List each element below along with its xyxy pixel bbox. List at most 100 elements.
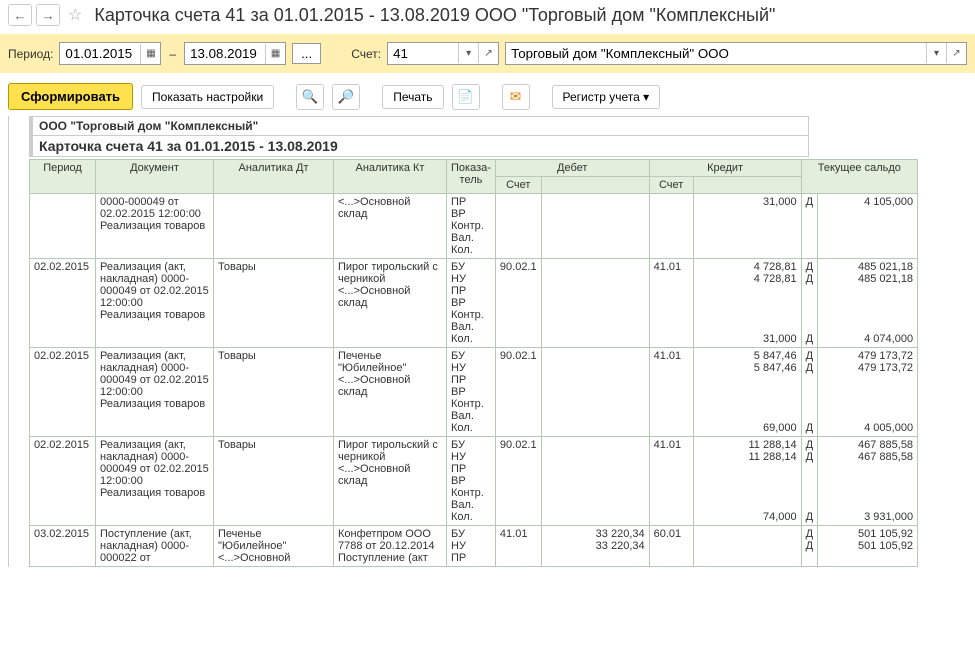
date-from-input[interactable] [60, 43, 140, 64]
cell-saldo: 479 173,72 479 173,72 4 005,000 [818, 348, 918, 437]
organization-input[interactable] [506, 43, 926, 64]
cell-d_acct [495, 194, 541, 259]
cell-c_acct: 41.01 [649, 259, 693, 348]
cell-c_amt: 11 288,14 11 288,14 74,000 [693, 437, 801, 526]
report-table: Период Документ Аналитика Дт Аналитика К… [29, 159, 918, 567]
cell-c_amt [693, 526, 801, 567]
cell-saldo: 467 885,58 467 885,58 3 931,000 [818, 437, 918, 526]
cell-doc: Реализация (акт, накладная) 0000-000049 … [96, 259, 214, 348]
cell-period: 03.02.2015 [30, 526, 96, 567]
cell-anakt: Печенье "Юбилейное" <...>Основной склад [334, 348, 447, 437]
cell-d_acct: 90.02.1 [495, 259, 541, 348]
cell-saldo: 4 105,000 [818, 194, 918, 259]
table-row[interactable]: 02.02.2015Реализация (акт, накладная) 00… [30, 259, 918, 348]
cell-d_amt [541, 348, 649, 437]
cell-anadt [214, 194, 334, 259]
cell-pokaz: БУ НУ ПР ВР Контр. Вал. Кол. [447, 259, 496, 348]
col-debit[interactable]: Дебет [495, 160, 649, 177]
table-row[interactable]: 03.02.2015Поступление (акт, накладная) 0… [30, 526, 918, 567]
report-title: Карточка счета 41 за 01.01.2015 - 13.08.… [29, 136, 809, 157]
form-button[interactable]: Сформировать [8, 83, 133, 110]
col-credit-acct[interactable]: Счет [649, 177, 693, 194]
calendar-icon[interactable]: ▦ [140, 44, 160, 64]
open-icon[interactable]: ↗ [478, 43, 498, 63]
find-reset-icon[interactable]: 🔎 [332, 84, 360, 110]
cell-d_amt [541, 194, 649, 259]
cell-doc: Реализация (акт, накладная) 0000-000049 … [96, 437, 214, 526]
cell-d_amt [541, 259, 649, 348]
col-credit-amt[interactable] [693, 177, 801, 194]
col-period[interactable]: Период [30, 160, 96, 194]
col-saldo[interactable]: Текущее сальдо [801, 160, 917, 194]
register-button[interactable]: Регистр учета ▾ [552, 85, 661, 109]
cell-flag: Д Д Д [801, 437, 817, 526]
period-panel: Период: ▦ – ▦ ... Счет: ▾ ↗ ▾ ↗ [0, 34, 975, 73]
cell-d_acct: 90.02.1 [495, 437, 541, 526]
show-settings-button[interactable]: Показать настройки [141, 85, 274, 109]
cell-c_acct: 41.01 [649, 437, 693, 526]
save-icon[interactable]: 📄 [452, 84, 480, 110]
report-org: ООО "Торговый дом "Комплексный" [29, 116, 809, 136]
col-analytika-dt[interactable]: Аналитика Дт [214, 160, 334, 194]
cell-flag: Д Д Д [801, 259, 817, 348]
period-label: Период: [8, 47, 53, 61]
cell-saldo: 501 105,92 501 105,92 [818, 526, 918, 567]
table-row[interactable]: 02.02.2015Реализация (акт, накладная) 00… [30, 437, 918, 526]
col-debit-acct[interactable]: Счет [495, 177, 541, 194]
email-icon[interactable]: ✉ [502, 84, 530, 110]
col-credit[interactable]: Кредит [649, 160, 801, 177]
cell-pokaz: БУ НУ ПР ВР Контр. Вал. Кол. [447, 348, 496, 437]
cell-period: 02.02.2015 [30, 259, 96, 348]
calendar-icon[interactable]: ▦ [265, 44, 285, 64]
cell-c_acct: 60.01 [649, 526, 693, 567]
cell-pokaz: ПР ВР Контр. Вал. Кол. [447, 194, 496, 259]
cell-anakt: <...>Основной склад [334, 194, 447, 259]
cell-d_acct: 90.02.1 [495, 348, 541, 437]
cell-c_amt: 4 728,81 4 728,81 31,000 [693, 259, 801, 348]
cell-pokaz: БУ НУ ПР ВР Контр. Вал. Кол. [447, 437, 496, 526]
cell-c_amt: 31,000 [693, 194, 801, 259]
cell-doc: Поступление (акт, накладная) 0000-000022… [96, 526, 214, 567]
cell-saldo: 485 021,18 485 021,18 4 074,000 [818, 259, 918, 348]
col-pokaz[interactable]: Показа- тель [447, 160, 496, 194]
cell-anakt: Пирог тирольский с черникой <...>Основно… [334, 259, 447, 348]
favorite-icon[interactable]: ☆ [68, 5, 82, 25]
col-debit-amt[interactable] [541, 177, 649, 194]
dash: – [167, 47, 178, 61]
table-row[interactable]: 0000-000049 от 02.02.2015 12:00:00 Реали… [30, 194, 918, 259]
cell-c_amt: 5 847,46 5 847,46 69,000 [693, 348, 801, 437]
date-to-input[interactable] [185, 43, 265, 64]
page-title: Карточка счета 41 за 01.01.2015 - 13.08.… [94, 5, 775, 26]
cell-d_amt: 33 220,34 33 220,34 [541, 526, 649, 567]
back-button[interactable]: ← [8, 4, 32, 26]
cell-period [30, 194, 96, 259]
col-analytika-kt[interactable]: Аналитика Кт [334, 160, 447, 194]
find-icon[interactable]: 🔍 [296, 84, 324, 110]
cell-anadt: Товары [214, 437, 334, 526]
col-document[interactable]: Документ [96, 160, 214, 194]
cell-anadt: Товары [214, 348, 334, 437]
account-input[interactable] [388, 43, 458, 64]
table-row[interactable]: 02.02.2015Реализация (акт, накладная) 00… [30, 348, 918, 437]
account-label: Счет: [351, 47, 381, 61]
print-button[interactable]: Печать [382, 85, 443, 109]
forward-button[interactable]: → [36, 4, 60, 26]
period-more-button[interactable]: ... [292, 43, 321, 64]
cell-anakt: Конфетпром ООО 7788 от 20.12.2014 Поступ… [334, 526, 447, 567]
cell-doc: Реализация (акт, накладная) 0000-000049 … [96, 348, 214, 437]
cell-period: 02.02.2015 [30, 437, 96, 526]
cell-doc: 0000-000049 от 02.02.2015 12:00:00 Реали… [96, 194, 214, 259]
cell-flag: Д Д Д [801, 348, 817, 437]
cell-d_acct: 41.01 [495, 526, 541, 567]
cell-anadt: Товары [214, 259, 334, 348]
cell-pokaz: БУ НУ ПР [447, 526, 496, 567]
cell-c_acct [649, 194, 693, 259]
open-icon[interactable]: ↗ [946, 43, 966, 63]
cell-c_acct: 41.01 [649, 348, 693, 437]
chevron-down-icon[interactable]: ▾ [926, 43, 946, 63]
cell-flag: Д Д [801, 526, 817, 567]
cell-flag: Д [801, 194, 817, 259]
cell-d_amt [541, 437, 649, 526]
chevron-down-icon[interactable]: ▾ [458, 43, 478, 63]
toolbar: Сформировать Показать настройки 🔍 🔎 Печа… [0, 77, 975, 116]
